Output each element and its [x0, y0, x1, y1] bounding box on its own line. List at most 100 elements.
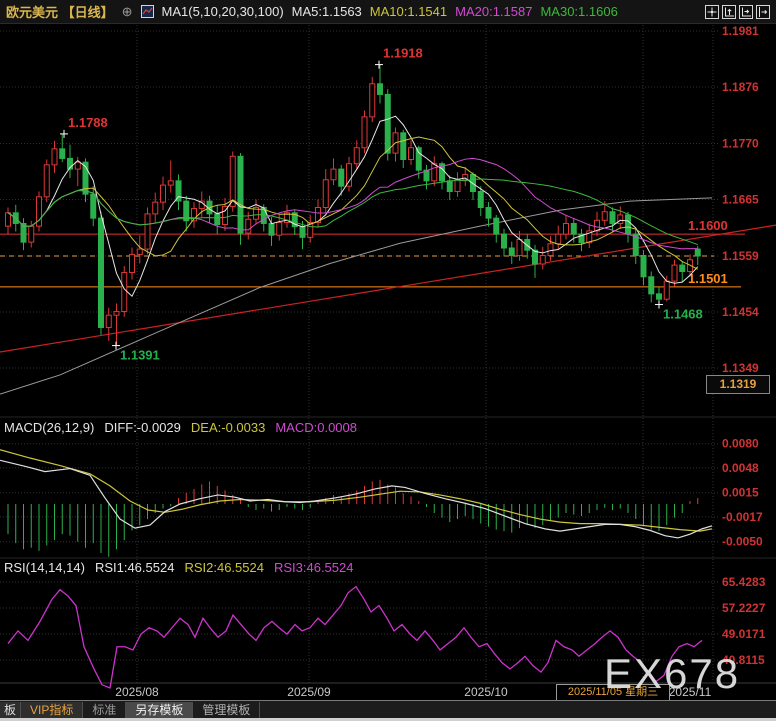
app-window: 1.1981 1.1876 1.1770 1.1665 1.1559 1.1454 1.13…: [0, 0, 776, 721]
price-axis-label: 1.1981: [722, 24, 759, 38]
tab-manage-templates[interactable]: 管理模板: [193, 702, 260, 719]
candle-body: [626, 215, 631, 234]
candle-body: [478, 191, 483, 207]
price-axis-label: 1.1876: [722, 80, 759, 94]
candle-body: [641, 255, 646, 276]
candle-body: [99, 218, 104, 327]
candle-body: [44, 165, 49, 197]
candle-body: [215, 214, 220, 225]
chart-canvas[interactable]: 1.1981 1.1876 1.1770 1.1665 1.1559 1.1454 1.13…: [0, 0, 776, 721]
macd-axis-label: 0.0048: [722, 461, 759, 475]
toolbar-icon-group: [705, 5, 770, 19]
extreme-label: 1.1391: [120, 348, 160, 363]
price-axis-label: 1.1665: [722, 192, 759, 206]
candle-body: [571, 223, 576, 234]
candle-body: [339, 169, 344, 186]
ma30-value: MA30:1.1606: [540, 4, 617, 19]
tab-vip-indicators[interactable]: VIP指标: [21, 702, 83, 719]
candle-body: [432, 164, 437, 181]
macd-axis-label: 0.0015: [722, 486, 759, 500]
macd-header: MACD(26,12,9) DIFF:-0.0029 DEA:-0.0033 M…: [4, 420, 357, 435]
candle-body: [370, 84, 375, 117]
rsi-settings-label: RSI(14,14,14): [4, 560, 85, 575]
candle-body: [60, 149, 65, 159]
scale-right-axis-icon[interactable]: [739, 5, 753, 19]
price-axis-label: 1.1454: [722, 305, 759, 319]
crosshair-tool-icon[interactable]: [705, 5, 719, 19]
price-level-box: 1.1319: [706, 375, 770, 394]
tab-template-partial[interactable]: 板: [0, 702, 21, 719]
rsi-axis-label: 49.0171: [722, 627, 766, 641]
candle-body: [447, 181, 452, 192]
macd-settings-label: MACD(26,12,9): [4, 420, 94, 435]
candle-body: [649, 277, 654, 294]
month-label: 2025/08: [115, 685, 159, 699]
level-label: 1.1501: [688, 271, 728, 286]
symbol-title[interactable]: 欧元美元 【日线】: [6, 2, 114, 21]
top-toolbar: 欧元美元 【日线】 ⊕ MA1(5,10,20,30,100) MA5:1.15…: [0, 0, 776, 24]
candle-body: [347, 164, 352, 186]
tab-standard[interactable]: 标准: [83, 702, 126, 719]
level-label: 1.1600: [688, 218, 728, 233]
candle-body: [269, 223, 274, 235]
candle-body: [494, 218, 499, 234]
macd-dea-value: DEA:-0.0033: [191, 420, 265, 435]
candle-body: [277, 222, 282, 235]
ma5-value: MA5:1.1563: [292, 4, 362, 19]
shift-right-icon[interactable]: [756, 5, 770, 19]
macd-axis-label: -0.0017: [722, 510, 763, 524]
candle-body: [502, 234, 507, 248]
candle-body: [29, 226, 34, 242]
candle-body: [618, 215, 623, 224]
candle-body: [409, 148, 414, 160]
candle-body: [331, 169, 336, 180]
candle-body: [230, 156, 235, 206]
candle-body: [455, 180, 460, 192]
candle-body: [401, 133, 406, 160]
candle-body: [145, 214, 150, 249]
watermark: EX678: [604, 653, 740, 695]
price-axis-label: 1.1770: [722, 137, 759, 151]
price-axis-label: 1.1349: [722, 361, 759, 375]
candle-body: [664, 281, 669, 299]
candle-body: [130, 254, 135, 272]
macd-axis-label: -0.0050: [722, 535, 763, 549]
candle-body: [672, 265, 677, 281]
scale-up-axis-icon[interactable]: [722, 5, 736, 19]
macd-diff-value: DIFF:-0.0029: [104, 420, 181, 435]
candle-body: [246, 219, 251, 233]
rsi2-value: RSI2:46.5524: [184, 560, 264, 575]
candle-body: [168, 181, 173, 185]
rsi-axis-label: 65.4283: [722, 575, 766, 589]
candle-body: [362, 117, 367, 148]
macd-axis-label: 0.0080: [722, 437, 759, 451]
extreme-label: 1.1918: [383, 46, 423, 61]
template-tabbar: 板VIP指标标准另存模板管理模板: [0, 700, 776, 721]
candle-body: [486, 207, 491, 218]
candle-body: [323, 180, 328, 208]
macd-macd-value: MACD:0.0008: [275, 420, 357, 435]
candle-body: [564, 223, 569, 234]
candle-body: [161, 185, 166, 202]
candle-body: [6, 213, 11, 226]
candle-body: [91, 194, 96, 218]
candle-body: [602, 212, 607, 221]
candlestick-chart-icon[interactable]: [141, 5, 154, 18]
candle-body: [238, 156, 243, 233]
circle-plus-icon[interactable]: ⊕: [122, 4, 133, 20]
candle-body: [657, 294, 662, 299]
candle-body: [52, 149, 57, 165]
tab-save-as-template[interactable]: 另存模板: [126, 702, 193, 719]
ma-settings-label: MA1(5,10,20,30,100): [162, 4, 284, 19]
rsi-header: RSI(14,14,14) RSI1:46.5524 RSI2:46.5524 …: [4, 560, 353, 575]
candle-body: [548, 244, 553, 256]
price-axis-label: 1.1559: [722, 249, 759, 263]
ma10-value: MA10:1.1541: [370, 4, 447, 19]
candle-body: [137, 249, 142, 254]
candle-body: [153, 202, 158, 214]
extreme-label: 1.1788: [68, 115, 108, 130]
month-label: 2025/09: [287, 685, 331, 699]
candle-body: [416, 148, 421, 170]
ma20-value: MA20:1.1587: [455, 4, 532, 19]
extreme-label: 1.1468: [663, 307, 703, 322]
